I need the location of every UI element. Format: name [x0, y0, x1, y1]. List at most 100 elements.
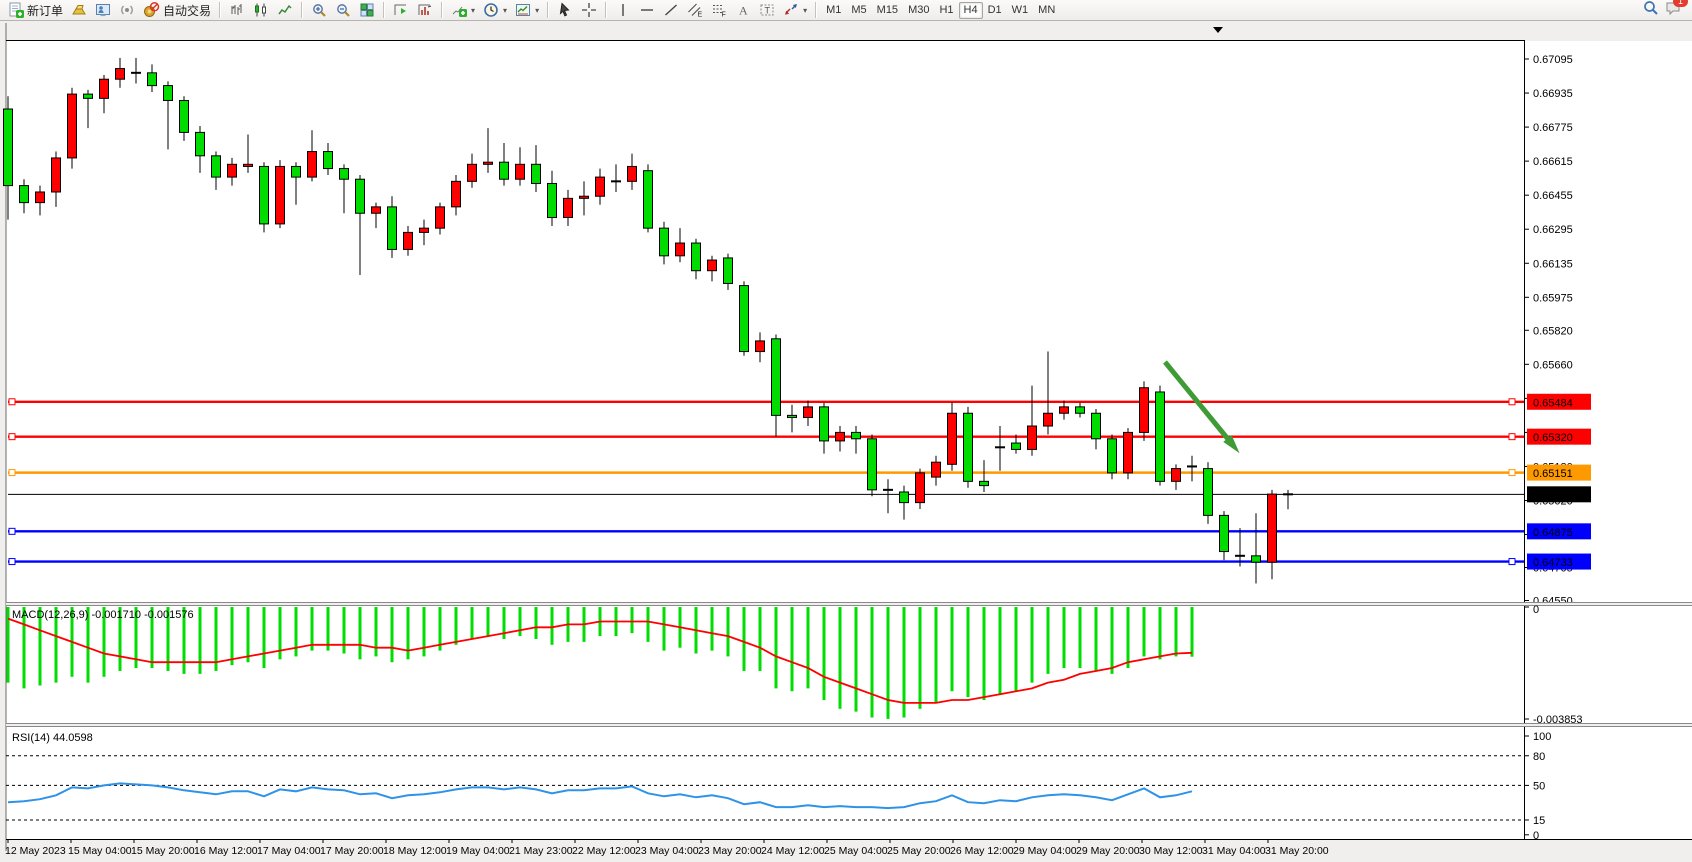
price-axis-label: 0.66775 — [1533, 122, 1573, 134]
add-indicator-button[interactable]: ▾ — [447, 0, 479, 21]
vline-button[interactable] — [611, 0, 635, 21]
bull-candle — [276, 160, 285, 228]
cursor-icon — [557, 2, 573, 18]
line-handle[interactable] — [9, 434, 15, 440]
bear-candle — [1204, 462, 1213, 524]
notification-badge: 1 — [1673, 0, 1688, 7]
line-handle[interactable] — [1509, 434, 1515, 440]
time-axis-label: 30 May 12:00 — [1139, 845, 1203, 857]
candlestick-chart-icon — [253, 2, 269, 18]
timeframe-button-h1[interactable]: H1 — [934, 2, 958, 19]
chat-button[interactable]: 1 — [1665, 0, 1682, 21]
price-axis-label: 0.66295 — [1533, 224, 1573, 236]
period-clock-icon — [483, 2, 499, 18]
line-handle[interactable] — [1509, 470, 1515, 476]
trendline-icon — [663, 2, 679, 18]
bear-candle — [740, 281, 749, 355]
time-axis-label: 15 May 20:00 — [131, 845, 195, 857]
time-axis-label: 24 May 12:00 — [761, 845, 825, 857]
time-axis-label: 25 May 04:00 — [824, 845, 888, 857]
bar-chart-button[interactable] — [225, 0, 249, 21]
time-axis-label: 17 May 04:00 — [257, 845, 321, 857]
trendline-button[interactable] — [659, 0, 683, 21]
timeframe-button-mn[interactable]: MN — [1033, 2, 1060, 19]
bull-candle — [68, 88, 77, 169]
chevron-down-icon[interactable]: ▾ — [503, 6, 507, 15]
fibonacci-icon: F — [711, 2, 727, 18]
timeframe-button-w1[interactable]: W1 — [1007, 2, 1034, 19]
price-label-text: 0.65049 — [1533, 490, 1573, 502]
arrows-button[interactable]: ▾ — [779, 0, 811, 21]
time-axis-label: 22 May 12:00 — [572, 845, 636, 857]
market-watch-button[interactable] — [91, 0, 115, 21]
tile-windows-button[interactable] — [355, 0, 379, 21]
new-order-button[interactable]: 新订单 — [4, 0, 67, 21]
search-button[interactable] — [1642, 0, 1659, 21]
time-axis-label: 31 May 04:00 — [1202, 845, 1266, 857]
timeframe-button-m1[interactable]: M1 — [821, 2, 846, 19]
profile-next-button[interactable] — [389, 0, 413, 21]
rsi-axis-label: 15 — [1533, 815, 1545, 827]
zoom-out-icon — [335, 2, 351, 18]
price-label-text: 0.65484 — [1533, 397, 1573, 409]
text-button[interactable]: A — [731, 0, 755, 21]
chevron-down-icon[interactable]: ▾ — [471, 6, 475, 15]
toolbar-separator — [815, 2, 817, 18]
line-chart-button[interactable] — [273, 0, 297, 21]
line-handle[interactable] — [9, 470, 15, 476]
bear-candle — [1108, 435, 1117, 480]
fibonacci-button[interactable]: F — [707, 0, 731, 21]
bull-candle — [1140, 381, 1149, 441]
plot-background — [6, 41, 1692, 839]
period-clock-button[interactable]: ▾ — [479, 0, 511, 21]
macd-label: MACD(12,26,9) -0.001710 -0.001576 — [12, 609, 194, 621]
toolbar-separator — [301, 2, 303, 18]
line-handle[interactable] — [1509, 399, 1515, 405]
market-watch-icon — [95, 2, 111, 18]
bear-candle — [964, 407, 973, 488]
timeframe-button-d1[interactable]: D1 — [983, 2, 1007, 19]
price-axis-label: 0.65660 — [1533, 359, 1573, 371]
line-handle[interactable] — [9, 399, 15, 405]
time-axis-label: 18 May 12:00 — [383, 845, 447, 857]
gold-symbol-button[interactable] — [67, 0, 91, 21]
signal-icon — [119, 2, 135, 18]
price-axis-label: 0.66135 — [1533, 258, 1573, 270]
template-button[interactable]: ▾ — [511, 0, 543, 21]
toolbar-separator — [441, 2, 443, 18]
candlestick-chart-button[interactable] — [249, 0, 273, 21]
cursor-button[interactable] — [553, 0, 577, 21]
equidistant-channel-button[interactable]: E — [683, 0, 707, 21]
chart-canvas[interactable]: 0.670950.669350.667750.666150.664550.662… — [0, 21, 1692, 862]
profile-bars-icon — [417, 2, 433, 18]
timeframe-button-m15[interactable]: M15 — [872, 2, 903, 19]
hline-button[interactable] — [635, 0, 659, 21]
chevron-down-icon[interactable]: ▾ — [803, 6, 807, 15]
time-axis-label: 25 May 20:00 — [887, 845, 951, 857]
profile-bars-button[interactable] — [413, 0, 437, 21]
timeframe-button-m5[interactable]: M5 — [846, 2, 871, 19]
line-handle[interactable] — [9, 559, 15, 565]
zoom-in-button[interactable] — [307, 0, 331, 21]
bear-candle — [1156, 386, 1165, 486]
price-label-text: 0.65151 — [1533, 468, 1573, 480]
line-handle[interactable] — [9, 528, 15, 534]
text-label-button[interactable]: T — [755, 0, 779, 21]
zoom-out-button[interactable] — [331, 0, 355, 21]
bull-candle — [1124, 428, 1133, 479]
autotrading-button[interactable]: 自动交易 — [139, 0, 215, 21]
price-label-text: 0.64733 — [1533, 557, 1573, 569]
text-icon: A — [735, 2, 751, 18]
signal-button[interactable] — [115, 0, 139, 21]
timeframe-button-m30[interactable]: M30 — [903, 2, 934, 19]
bull-candle — [916, 469, 925, 509]
time-axis-label: 15 May 04:00 — [68, 845, 132, 857]
line-chart-icon — [277, 2, 293, 18]
chevron-down-icon[interactable]: ▾ — [535, 6, 539, 15]
line-handle[interactable] — [1509, 559, 1515, 565]
vline-icon — [615, 2, 631, 18]
gold-symbol-icon — [71, 2, 87, 18]
time-axis-label: 17 May 20:00 — [320, 845, 384, 857]
timeframe-button-h4[interactable]: H4 — [959, 2, 983, 19]
crosshair-button[interactable] — [577, 0, 601, 21]
